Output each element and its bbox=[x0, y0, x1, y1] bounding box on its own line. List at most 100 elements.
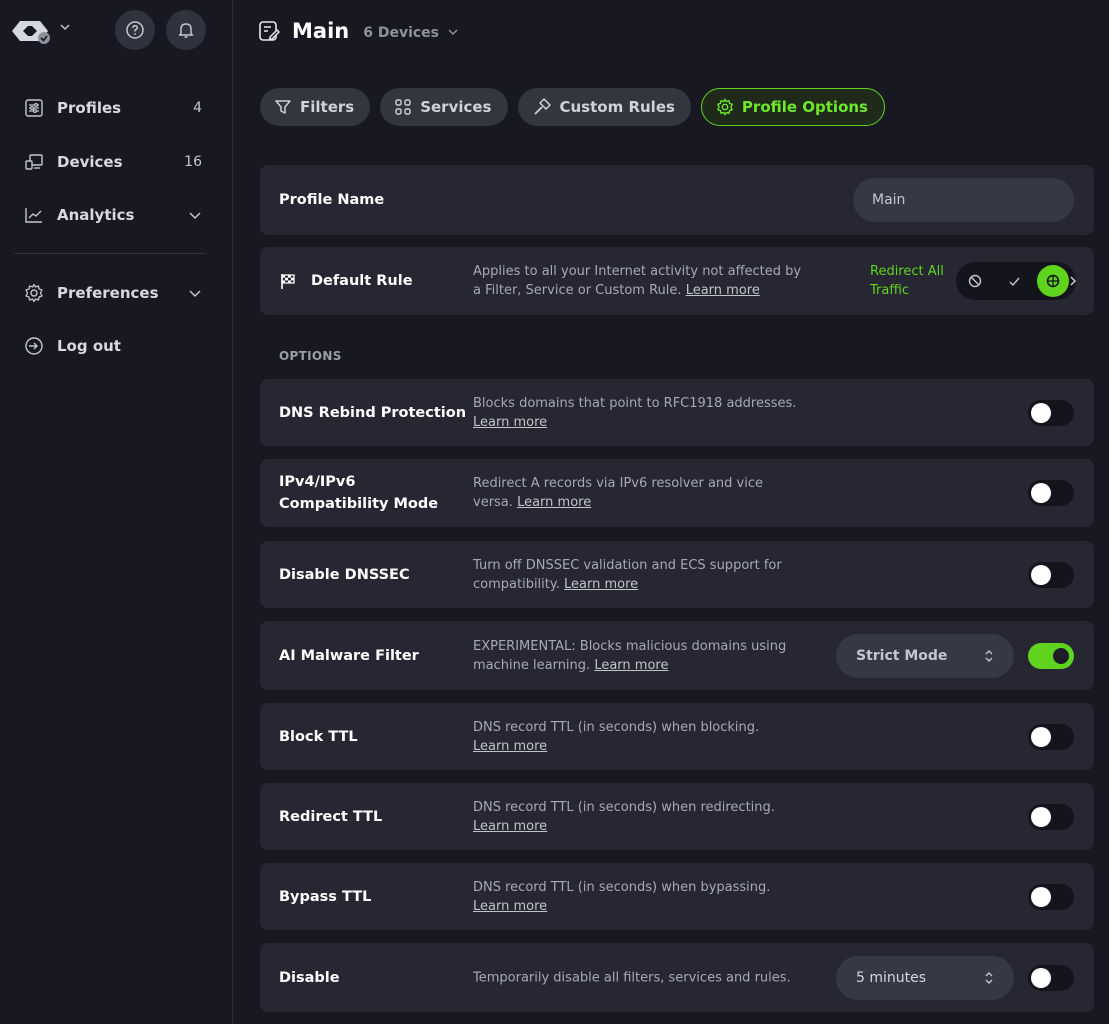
option-block-ttl: Block TTL DNS record TTL (in seconds) wh… bbox=[260, 703, 1094, 770]
option-name: Block TTL bbox=[279, 728, 358, 745]
learn-more-link[interactable]: Learn more bbox=[473, 899, 547, 914]
tab-services[interactable]: Services bbox=[380, 88, 508, 126]
option-ipv4-ipv6: IPv4/IPv6 Compatibility Mode Redirect A r… bbox=[260, 459, 1094, 527]
filter-icon bbox=[275, 100, 291, 114]
description-text: DNS record TTL (in seconds) when redirec… bbox=[473, 799, 775, 815]
option-dns-rebind: DNS Rebind Protection Blocks domains tha… bbox=[260, 379, 1094, 446]
toggle-knob bbox=[1031, 886, 1051, 907]
allow-option[interactable] bbox=[1002, 269, 1026, 293]
tab-label: Profile Options bbox=[741, 98, 868, 116]
devices-dropdown[interactable]: 6 Devices bbox=[363, 25, 459, 41]
option-ai-malware-filter: AI Malware Filter EXPERIMENTAL: Blocks m… bbox=[260, 621, 1094, 690]
dns-rebind-toggle[interactable] bbox=[1028, 399, 1074, 426]
sidebar-item-profiles[interactable]: Profiles 4 bbox=[22, 94, 202, 122]
option-description: Turn off DNSSEC validation and ECS suppo… bbox=[473, 556, 803, 594]
profile-name-label: Profile Name bbox=[279, 192, 385, 208]
sidebar-item-label: Preferences bbox=[57, 284, 159, 302]
option-bypass-ttl: Bypass TTL DNS record TTL (in seconds) w… bbox=[260, 863, 1094, 930]
devices-count: 16 bbox=[184, 154, 202, 170]
option-description: DNS record TTL (in seconds) when blockin… bbox=[473, 718, 803, 756]
page-title: Main bbox=[292, 19, 350, 43]
redirect-ttl-toggle[interactable] bbox=[1028, 803, 1074, 830]
toggle-knob bbox=[1031, 483, 1051, 503]
option-name-line-2: Compatibility Mode bbox=[279, 496, 439, 512]
sidebar-item-label: Log out bbox=[57, 337, 121, 355]
disable-duration-select[interactable]: 5 minutes bbox=[836, 955, 1014, 1000]
gear-icon bbox=[22, 281, 46, 305]
sidebar-item-preferences[interactable]: Preferences bbox=[22, 279, 202, 307]
sidebar-item-analytics[interactable]: Analytics bbox=[22, 201, 202, 229]
default-rule-segmented-control bbox=[956, 262, 1077, 300]
gear-icon bbox=[717, 98, 733, 116]
mode-line-2: Traffic bbox=[870, 283, 910, 298]
learn-more-link[interactable]: Learn more bbox=[473, 739, 547, 754]
select-value: Strict Mode bbox=[856, 647, 948, 664]
tab-profile-options[interactable]: Profile Options bbox=[700, 88, 885, 126]
ai-malware-toggle[interactable] bbox=[1028, 642, 1074, 669]
option-description: DNS record TTL (in seconds) when redirec… bbox=[473, 798, 803, 836]
bell-icon bbox=[178, 23, 194, 38]
tab-custom-rules[interactable]: Custom Rules bbox=[517, 88, 691, 126]
learn-more-link[interactable]: Learn more bbox=[517, 495, 591, 510]
disable-dnssec-toggle[interactable] bbox=[1028, 561, 1074, 588]
org-logo-icon[interactable] bbox=[10, 18, 50, 44]
sidebar-item-devices[interactable]: Devices 16 bbox=[22, 148, 202, 176]
option-name: Bypass TTL bbox=[279, 888, 372, 905]
hammer-icon bbox=[533, 98, 551, 115]
bypass-ttl-toggle[interactable] bbox=[1028, 883, 1074, 910]
description-text: Blocks domains that point to RFC1918 add… bbox=[473, 395, 797, 411]
block-option[interactable] bbox=[963, 269, 987, 293]
tab-label: Filters bbox=[300, 98, 355, 116]
learn-more-link[interactable]: Learn more bbox=[473, 819, 547, 834]
disable-toggle[interactable] bbox=[1028, 964, 1074, 991]
learn-more-link[interactable]: Learn more bbox=[564, 577, 638, 592]
globe-icon bbox=[1046, 274, 1060, 288]
ipv4-ipv6-toggle[interactable] bbox=[1028, 480, 1074, 506]
notifications-button[interactable] bbox=[166, 10, 206, 50]
default-rule-card: Default Rule Applies to all your Interne… bbox=[260, 247, 1094, 315]
tab-filters[interactable]: Filters bbox=[260, 88, 371, 126]
learn-more-link[interactable]: Learn more bbox=[686, 283, 760, 298]
devices-icon bbox=[22, 150, 46, 174]
description-text: DNS record TTL (in seconds) when blockin… bbox=[473, 719, 760, 735]
chevron-down-icon bbox=[189, 290, 201, 298]
malware-mode-select[interactable]: Strict Mode bbox=[836, 633, 1014, 678]
sidebar-item-logout[interactable]: Log out bbox=[22, 332, 202, 360]
toggle-knob bbox=[1031, 806, 1051, 827]
option-disable-dnssec: Disable DNSSEC Turn off DNSSEC validatio… bbox=[260, 541, 1094, 608]
help-button[interactable] bbox=[115, 10, 155, 50]
profile-name-input[interactable]: Main bbox=[853, 178, 1074, 222]
check-icon bbox=[1009, 277, 1020, 286]
learn-more-link[interactable]: Learn more bbox=[594, 658, 668, 673]
default-rule-mode-label: Redirect All Traffic bbox=[870, 262, 944, 300]
toggle-knob bbox=[1031, 967, 1051, 988]
learn-more-link[interactable]: Learn more bbox=[473, 415, 547, 430]
option-redirect-ttl: Redirect TTL DNS record TTL (in seconds)… bbox=[260, 783, 1094, 850]
sidebar: Profiles 4 Devices 16 Analytics Preferen… bbox=[0, 0, 233, 1024]
option-name: AI Malware Filter bbox=[279, 647, 419, 664]
block-ttl-toggle[interactable] bbox=[1028, 723, 1074, 750]
chevron-down-icon bbox=[189, 212, 201, 220]
option-description: Temporarily disable all filters, service… bbox=[473, 968, 813, 987]
option-disable: Disable Temporarily disable all filters,… bbox=[260, 943, 1094, 1012]
option-name: Disable DNSSEC bbox=[279, 566, 410, 583]
sidebar-item-label: Devices bbox=[57, 153, 123, 171]
option-description: Blocks domains that point to RFC1918 add… bbox=[473, 394, 803, 432]
sliders-icon bbox=[22, 96, 46, 120]
grid-icon bbox=[395, 99, 411, 115]
toggle-knob bbox=[1031, 726, 1051, 747]
sidebar-divider bbox=[14, 253, 206, 254]
default-rule-description: Applies to all your Internet activity no… bbox=[473, 262, 803, 300]
description-text: DNS record TTL (in seconds) when bypassi… bbox=[473, 879, 771, 895]
block-icon bbox=[968, 274, 982, 288]
help-icon bbox=[126, 21, 144, 39]
mode-line-1: Redirect All bbox=[870, 264, 944, 279]
option-name-line-1: IPv4/IPv6 bbox=[279, 474, 356, 490]
description-text: Temporarily disable all filters, service… bbox=[473, 970, 791, 985]
option-name: Redirect TTL bbox=[279, 808, 383, 825]
options-section-label: OPTIONS bbox=[279, 349, 342, 363]
redirect-option[interactable] bbox=[1037, 265, 1069, 297]
chevron-down-icon[interactable] bbox=[58, 20, 72, 34]
tab-label: Custom Rules bbox=[559, 98, 675, 116]
option-description: EXPERIMENTAL: Blocks malicious domains u… bbox=[473, 637, 803, 675]
